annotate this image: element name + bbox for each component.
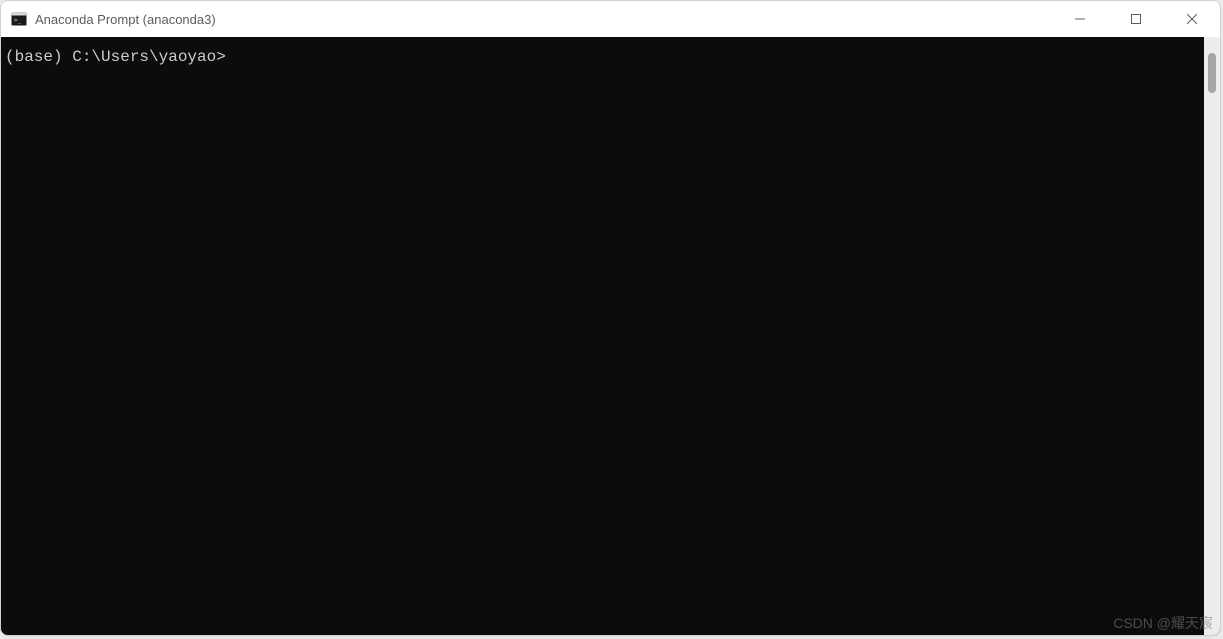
close-icon xyxy=(1187,14,1197,24)
terminal-wrapper: (base) C:\Users\yaoyao> xyxy=(1,37,1220,635)
window-title: Anaconda Prompt (anaconda3) xyxy=(35,12,216,27)
minimize-button[interactable] xyxy=(1052,1,1108,37)
minimize-icon xyxy=(1075,14,1085,24)
terminal-prompt: (base) C:\Users\yaoyao> xyxy=(5,48,226,66)
scrollbar-thumb[interactable] xyxy=(1208,53,1216,93)
scrollbar-track[interactable] xyxy=(1204,37,1220,635)
titlebar[interactable]: >_ Anaconda Prompt (anaconda3) xyxy=(1,1,1220,37)
titlebar-left: >_ Anaconda Prompt (anaconda3) xyxy=(11,12,216,27)
app-window: >_ Anaconda Prompt (anaconda3) (base) C:… xyxy=(0,0,1221,636)
close-button[interactable] xyxy=(1164,1,1220,37)
maximize-icon xyxy=(1131,14,1141,24)
maximize-button[interactable] xyxy=(1108,1,1164,37)
terminal[interactable]: (base) C:\Users\yaoyao> xyxy=(1,37,1204,635)
svg-text:>_: >_ xyxy=(14,17,22,24)
terminal-icon: >_ xyxy=(11,12,27,26)
window-controls xyxy=(1052,1,1220,37)
